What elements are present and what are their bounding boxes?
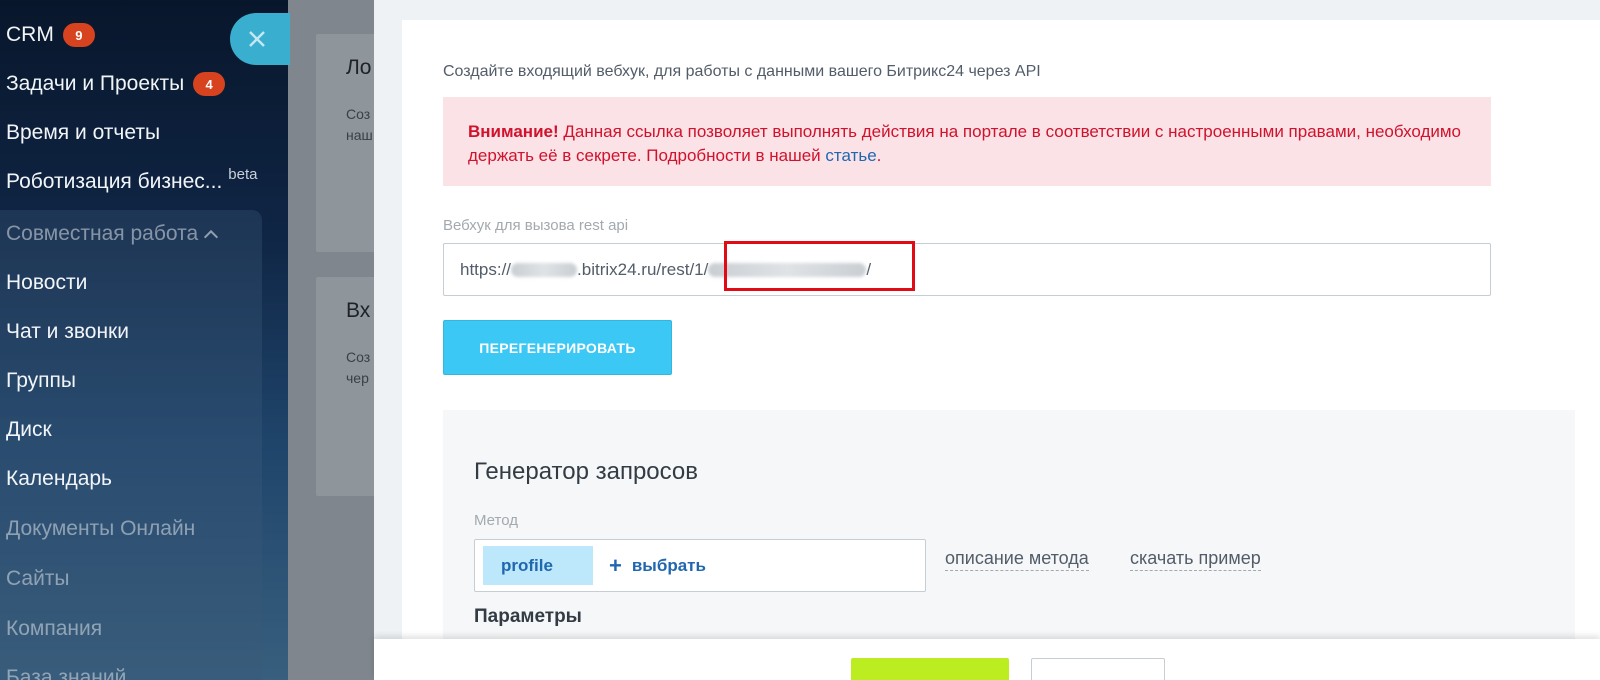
sidebar-item-documents[interactable]: Документы Онлайн: [6, 511, 195, 547]
webhook-url-middle: .bitrix24.ru/rest/1/: [577, 259, 709, 279]
sidebar-item-label: Чат и звонки: [6, 320, 129, 343]
sidebar-item-label: Задачи и Проекты: [6, 72, 185, 95]
webhook-form: Создайте входящий вебхук, для работы с д…: [402, 20, 1600, 680]
sidebar-item-label: Диск: [6, 418, 52, 441]
background-card-text: Соз: [346, 349, 371, 365]
select-method-label: выбрать: [631, 555, 706, 575]
cancel-button[interactable]: [1031, 658, 1165, 680]
sidebar-item-label: Группы: [6, 369, 76, 392]
webhook-url-field[interactable]: https:// .bitrix24.ru/rest/1/ /: [443, 243, 1491, 296]
sidebar-item-label: CRM: [6, 23, 54, 46]
highlight-frame: [724, 241, 915, 291]
close-icon: [249, 31, 265, 47]
blurred-portal-name: [511, 262, 578, 277]
sidebar-item-news[interactable]: Новости: [6, 265, 87, 301]
select-method-button[interactable]: + выбрать: [609, 546, 706, 585]
sidebar-item-label: Календарь: [6, 467, 112, 490]
sidebar-item-tasks[interactable]: Задачи и Проекты 4: [6, 66, 226, 102]
sidebar-item-label: Совместная работа: [6, 222, 199, 245]
background-card-title: Ло: [346, 56, 372, 79]
method-chip[interactable]: profile: [483, 546, 593, 585]
sidebar-item-label: Сайты: [6, 567, 70, 590]
button-panel: [374, 639, 1600, 680]
background-card-text: чер: [346, 370, 369, 386]
save-button[interactable]: [851, 658, 1009, 680]
parameters-title: Параметры: [474, 606, 582, 627]
sidebar-item-knowledge-base[interactable]: База знаний: [6, 660, 126, 680]
background-card-text: наш: [346, 127, 373, 143]
article-link[interactable]: статье: [825, 146, 876, 165]
plus-icon: +: [609, 552, 622, 578]
webhook-slider-panel: Создайте входящий вебхук, для работы с д…: [374, 0, 1600, 680]
sidebar-item-time-reports[interactable]: Время и отчеты: [6, 115, 160, 151]
sidebar-item-automation[interactable]: Роботизация бизнес... beta: [6, 164, 258, 200]
sidebar-item-label: Время и отчеты: [6, 121, 161, 144]
webhook-url-prefix: https://: [460, 259, 512, 279]
sidebar-item-label: Новости: [6, 271, 88, 294]
close-slider-button[interactable]: [230, 13, 290, 65]
method-label: Метод: [474, 512, 518, 529]
background-card-text: Соз: [346, 106, 371, 122]
left-sidebar: CRM 9 Задачи и Проекты 4 Время и отчеты …: [0, 0, 288, 680]
sidebar-item-label: Документы Онлайн: [6, 517, 196, 540]
counter-badge: 9: [62, 23, 95, 47]
sidebar-item-calendar[interactable]: Календарь: [6, 461, 112, 497]
sidebar-item-groups[interactable]: Группы: [6, 363, 76, 399]
intro-text: Создайте входящий вебхук, для работы с д…: [443, 63, 1041, 80]
sidebar-group-header[interactable]: Совместная работа: [6, 216, 219, 252]
sidebar-item-company[interactable]: Компания: [6, 611, 102, 647]
alert-text: Данная ссылка позволяет выполнять действ…: [468, 122, 1462, 165]
warning-alert: Внимание! Данная ссылка позволяет выполн…: [443, 97, 1491, 186]
regenerate-button[interactable]: ПЕРЕГЕНЕРИРОВАТЬ: [443, 320, 672, 375]
alert-end: .: [876, 146, 882, 165]
download-example-link[interactable]: скачать пример: [1130, 548, 1261, 571]
webhook-label: Вебхук для вызова rest api: [443, 217, 629, 234]
sidebar-item-label: Компания: [6, 617, 103, 640]
chevron-up-icon: [204, 229, 219, 245]
alert-strong: Внимание!: [468, 122, 559, 141]
sidebar-item-label: База знаний: [6, 666, 127, 680]
sidebar-item-disk[interactable]: Диск: [6, 412, 52, 448]
generator-title: Генератор запросов: [474, 458, 699, 485]
background-card-title: Вх: [346, 299, 371, 322]
beta-tag: beta: [228, 165, 258, 183]
method-field[interactable]: profile + выбрать: [474, 539, 926, 592]
sidebar-item-label: Роботизация бизнес...: [6, 170, 223, 193]
sidebar-item-crm[interactable]: CRM 9: [6, 17, 95, 53]
method-description-link[interactable]: описание метода: [945, 548, 1089, 571]
counter-badge: 4: [193, 72, 226, 96]
sidebar-item-chat[interactable]: Чат и звонки: [6, 314, 129, 350]
sidebar-item-sites[interactable]: Сайты: [6, 561, 70, 597]
